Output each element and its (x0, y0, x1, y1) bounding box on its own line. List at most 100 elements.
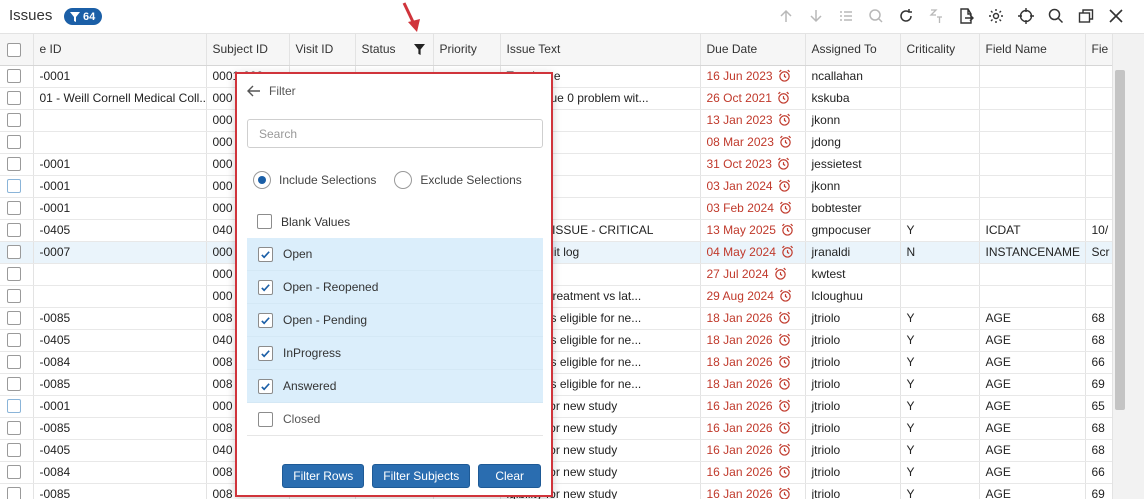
row-assigned-to[interactable]: kskuba (805, 87, 901, 110)
row-id[interactable]: 01 - Weill Cornell Medical Coll... (33, 87, 207, 110)
row-due-date[interactable]: 18 Jan 2026 (700, 307, 806, 330)
row-criticality[interactable] (900, 197, 980, 220)
refresh-cycle-icon[interactable] (896, 6, 916, 26)
row-fie[interactable] (1085, 263, 1112, 286)
window-restore-icon[interactable] (1076, 6, 1096, 26)
row-checkbox[interactable] (7, 267, 21, 282)
row-id[interactable]: -0007 (33, 241, 207, 264)
row-id[interactable]: -0001 (33, 65, 207, 88)
row-fie[interactable]: 66 (1085, 461, 1112, 484)
row-fie[interactable] (1085, 285, 1112, 308)
table-row[interactable]: 000e by jas08 Mar 2023jdong (0, 131, 1112, 154)
row-due-date[interactable]: 26 Oct 2021 (700, 87, 806, 110)
status-option[interactable]: InProgress (247, 337, 543, 370)
status-option[interactable]: Open - Reopened (247, 271, 543, 304)
row-due-date[interactable]: 27 Jul 2024 (700, 263, 806, 286)
row-id[interactable]: -0085 (33, 483, 207, 499)
gear-icon[interactable] (986, 6, 1006, 26)
row-criticality[interactable]: Y (900, 219, 980, 242)
row-id[interactable] (33, 263, 207, 286)
row-criticality[interactable] (900, 263, 980, 286)
row-fie[interactable] (1085, 65, 1112, 88)
row-assigned-to[interactable]: jkonn (805, 109, 901, 132)
table-row[interactable]: -0085 008 subject is eligible for ne... 18 … (0, 307, 1112, 330)
table-row[interactable]: -00010001-000Test Issue16 Jun 2023ncalla… (0, 65, 1112, 88)
row-due-date[interactable]: 16 Jun 2023 (700, 65, 806, 88)
row-criticality[interactable]: Y (900, 307, 980, 330)
row-criticality[interactable]: Y (900, 351, 980, 374)
table-row[interactable]: -0405 040 igibility for new study 16 Jan 20… (0, 439, 1112, 462)
row-due-date[interactable]: 04 May 2024 (700, 241, 806, 264)
row-criticality[interactable]: Y (900, 373, 980, 396)
table-row[interactable]: -0001 000 igibility for new study 16 Jan 20… (0, 395, 1112, 418)
row-assigned-to[interactable]: jtriolo (805, 461, 901, 484)
row-id[interactable]: -0405 (33, 439, 207, 462)
status-option-checkbox[interactable] (258, 345, 273, 361)
table-row[interactable]: -0084 008 igibility for new study 16 Jan 20… (0, 461, 1112, 484)
row-assigned-to[interactable]: lcloughuu (805, 285, 901, 308)
row-fie[interactable]: 68 (1085, 417, 1112, 440)
table-row[interactable]: -0085 008 igibility for new study 16 Jan 20… (0, 483, 1112, 499)
row-checkbox-cell[interactable] (0, 175, 34, 198)
row-fie[interactable]: Scr (1085, 241, 1112, 264)
row-criticality[interactable]: Y (900, 461, 980, 484)
blank-values-option[interactable]: Blank Values (257, 214, 350, 229)
row-checkbox-cell[interactable] (0, 241, 34, 264)
row-due-date[interactable]: 31 Oct 2023 (700, 153, 806, 176)
row-field-name[interactable]: AGE (979, 329, 1086, 352)
row-id[interactable]: -0405 (33, 329, 207, 352)
row-assigned-to[interactable]: jranaldi (805, 241, 901, 264)
row-due-date[interactable]: 13 Jan 2023 (700, 109, 806, 132)
row-checkbox[interactable] (7, 487, 21, 499)
row-field-name[interactable]: AGE (979, 439, 1086, 462)
table-row[interactable]: -0084 008 subject is eligible for ne... 18 … (0, 351, 1112, 374)
row-checkbox-cell[interactable] (0, 461, 34, 484)
row-checkbox-cell[interactable] (0, 329, 34, 352)
row-due-date[interactable]: 08 Mar 2023 (700, 131, 806, 154)
include-selections-radio[interactable]: Include Selections (253, 171, 376, 189)
blank-values-checkbox[interactable] (257, 214, 272, 229)
row-fie[interactable]: 66 (1085, 351, 1112, 374)
column-header-due-date[interactable]: Due Date (700, 34, 806, 66)
row-id[interactable]: -0001 (33, 175, 207, 198)
status-option-checkbox[interactable] (258, 279, 273, 295)
row-due-date[interactable]: 13 May 2025 (700, 219, 806, 242)
row-due-date[interactable]: 16 Jan 2026 (700, 483, 806, 499)
row-field-name[interactable] (979, 131, 1086, 154)
row-field-name[interactable]: AGE (979, 483, 1086, 499)
row-due-date[interactable]: 16 Jan 2026 (700, 395, 806, 418)
row-criticality[interactable] (900, 65, 980, 88)
sort-az-icon[interactable] (926, 6, 946, 26)
row-assigned-to[interactable]: jtriolo (805, 373, 901, 396)
row-due-date[interactable]: 16 Jan 2026 (700, 461, 806, 484)
table-row[interactable]: 01 - Weill Cornell Medical Coll... 000 mai… (0, 87, 1112, 110)
row-checkbox[interactable] (7, 465, 21, 480)
table-row[interactable]: 000 27 Jul 2024 kwtest (0, 263, 1112, 286)
row-checkbox-cell[interactable] (0, 131, 34, 154)
row-checkbox[interactable] (7, 179, 21, 194)
row-fie[interactable] (1085, 197, 1112, 220)
row-checkbox-cell[interactable] (0, 417, 34, 440)
row-checkbox-cell[interactable] (0, 373, 34, 396)
row-checkbox-cell[interactable] (0, 65, 34, 88)
back-arrow-icon[interactable] (247, 85, 261, 97)
row-field-name[interactable] (979, 65, 1086, 88)
row-due-date[interactable]: 18 Jan 2026 (700, 373, 806, 396)
filter-subjects-button[interactable]: Filter Subjects (372, 464, 471, 488)
row-checkbox-cell[interactable] (0, 483, 34, 499)
row-checkbox[interactable] (7, 201, 21, 216)
close-icon[interactable] (1106, 6, 1126, 26)
row-due-date[interactable]: 03 Feb 2024 (700, 197, 806, 220)
row-fie[interactable] (1085, 153, 1112, 176)
filter-search-input[interactable] (247, 119, 543, 148)
row-due-date[interactable]: 16 Jan 2026 (700, 439, 806, 462)
row-checkbox[interactable] (7, 91, 21, 106)
row-checkbox[interactable] (7, 245, 21, 260)
row-id[interactable] (33, 109, 207, 132)
row-field-name[interactable] (979, 87, 1086, 110)
column-header-fie[interactable]: Fie (1085, 34, 1112, 66)
row-checkbox-cell[interactable] (0, 197, 34, 220)
row-criticality[interactable]: Y (900, 483, 980, 499)
table-row[interactable]: -0007000e for audit log04 May 2024jranal… (0, 241, 1112, 264)
row-field-name[interactable]: AGE (979, 373, 1086, 396)
